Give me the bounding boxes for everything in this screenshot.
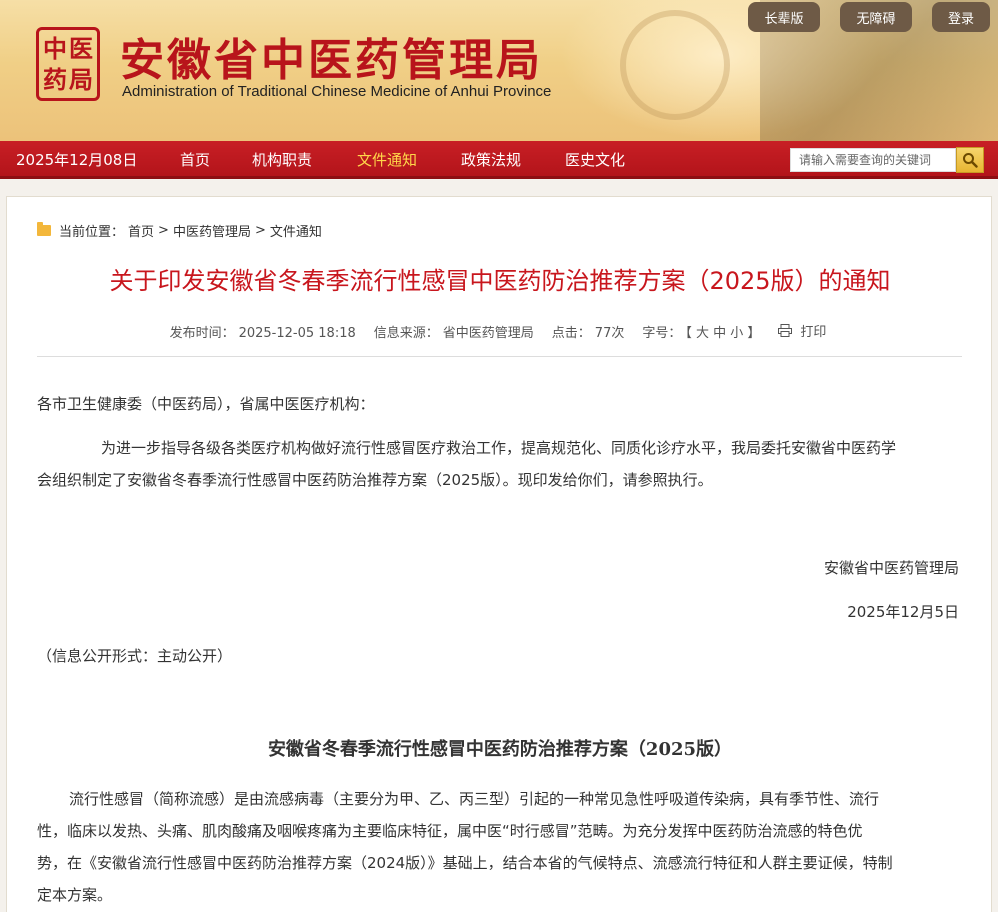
doc-line: 流行性感冒（简称流感）是由流感病毒（主要分为甲、乙、丙三型）引起的一种常见急性呼… — [69, 790, 880, 808]
print-label: 打印 — [800, 325, 827, 340]
signature: 安徽省中医药管理局 — [823, 559, 959, 577]
accessibility-button[interactable]: 无障碍 — [840, 2, 912, 32]
doc-line: 势，在《安徽省流行性感冒中医药防治推荐方案（2024版）》基础上，结合本省的气候… — [37, 854, 893, 872]
search-input[interactable]: 请输入需要查询的关键词 — [790, 148, 956, 172]
meta-divider — [37, 356, 962, 357]
folder-icon — [37, 222, 51, 236]
breadcrumb-notices[interactable]: 文件通知 — [270, 221, 322, 240]
search-button[interactable] — [956, 147, 984, 173]
source-value: 省中医药管理局 — [442, 326, 534, 341]
site-subtitle: Administration of Traditional Chinese Me… — [122, 83, 552, 100]
seal-char: 医 — [69, 33, 93, 63]
clicks-value: 77次 — [594, 326, 625, 341]
salutation: 各市卫生健康委（中医药局），省属中医医疗机构： — [37, 395, 375, 413]
login-button[interactable]: 登录 — [932, 2, 990, 32]
doc-line: 定本方案。 — [37, 886, 113, 904]
document-title: 安徽省冬春季流行性感冒中医药防治推荐方案（2025版） — [267, 739, 733, 760]
font-size-options[interactable]: 【 大 中 小 】 — [685, 326, 760, 341]
breadcrumb-home[interactable]: 首页 — [128, 221, 154, 240]
nav-item-responsibilities[interactable]: 机构职责 — [252, 141, 312, 179]
seal-char: 局 — [69, 64, 93, 94]
breadcrumb-separator: > — [158, 223, 169, 238]
site-title: 安徽省中医药管理局 — [120, 35, 543, 86]
seal-char: 中 — [43, 33, 67, 63]
banner-swirl-decoration — [620, 10, 730, 120]
elder-mode-button[interactable]: 长辈版 — [748, 2, 820, 32]
breadcrumb-separator: > — [254, 223, 266, 238]
article-container: 当前位置： 首页 > 中医药管理局 > 文件通知 关于印发安徽省冬春季流行性感冒… — [6, 196, 992, 912]
body-line: 会组织制定了安徽省冬春季流行性感冒中医药防治推荐方案（2025版）。现印发给你们… — [37, 471, 713, 489]
print-button[interactable]: 打印 — [778, 321, 830, 340]
printer-icon — [778, 324, 793, 337]
font-size-label: 字号： — [642, 326, 682, 341]
article-title: 关于印发安徽省冬春季流行性感冒中医药防治推荐方案（2025版）的通知 — [109, 267, 891, 295]
breadcrumb-label: 当前位置： — [59, 225, 125, 240]
header-banner: 中 医 药 局 安徽省中医药管理局 Administration of Trad… — [0, 0, 998, 141]
site-logo-seal[interactable]: 中 医 药 局 — [36, 27, 100, 101]
source-label: 信息来源： — [373, 326, 439, 341]
nav-item-history[interactable]: 医史文化 — [565, 141, 625, 179]
main-nav: 2025年12月08日 首页 机构职责 文件通知 政策法规 医史文化 请输入需要… — [0, 141, 998, 179]
seal-char: 药 — [43, 64, 67, 94]
breadcrumb-bureau[interactable]: 中医药管理局 — [173, 221, 251, 240]
doc-line: 性，临床以发热、头痛、肌肉酸痛及咽喉疼痛为主要临床特征，属中医“时行感冒”范畴。… — [37, 822, 863, 840]
publish-label: 发布时间： — [169, 326, 235, 341]
nav-item-notices[interactable]: 文件通知 — [357, 141, 417, 179]
signature-date: 2025年12月5日 — [847, 603, 959, 621]
search-icon — [963, 153, 978, 168]
article-meta: 发布时间： 2025-12-05 18:18 信息来源： 省中医药管理局 点击： 77次 字… — [7, 321, 993, 341]
publish-time: 2025-12-05 18:18 — [238, 326, 356, 341]
body-line: 为进一步指导各级各类医疗机构做好流行性感冒医疗救治工作，提高规范化、同质化诊疗水… — [101, 439, 897, 457]
nav-item-policies[interactable]: 政策法规 — [461, 141, 521, 179]
nav-item-home[interactable]: 首页 — [180, 141, 210, 179]
nav-date: 2025年12月08日 — [16, 151, 138, 169]
breadcrumb: 当前位置： 首页 > 中医药管理局 > 文件通知 — [37, 221, 322, 240]
disclosure-note: （信息公开形式：主动公开） — [37, 647, 233, 665]
clicks-label: 点击： — [551, 326, 591, 341]
